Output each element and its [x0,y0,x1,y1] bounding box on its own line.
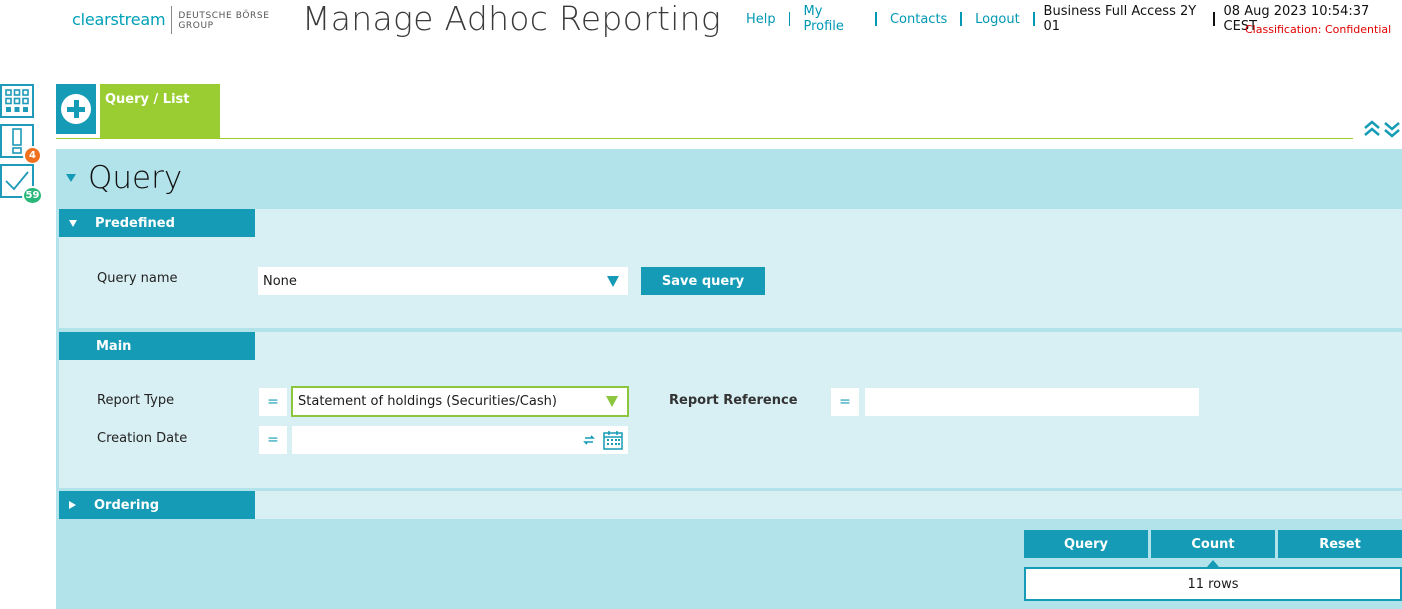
report-type-label: Report Type [97,393,175,408]
tab-underline [56,138,1353,139]
clearstream-logo: clearstream DEUTSCHE BÖRSE GROUP [72,6,270,38]
report-reference-operator[interactable]: = [831,388,859,416]
count-pointer [1207,560,1219,567]
logo-group: DEUTSCHE BÖRSE GROUP [178,11,270,31]
account-name: Business Full Access 2Y 01 [1043,4,1197,34]
report-reference-label: Report Reference [669,393,798,408]
tab-query-list[interactable]: Query / List [100,84,220,139]
sidebar-item-alerts[interactable]: 4 [0,124,42,165]
logo-brand: clearstream [72,10,166,29]
predefined-title: Predefined [95,215,175,231]
query-section-header[interactable]: Query [66,160,182,196]
calendar-icon[interactable] [603,430,623,450]
count-result: 11 rows [1024,567,1402,601]
my-profile-link[interactable]: My Profile [790,4,875,34]
report-type-select[interactable]: Statement of holdings (Securities/Cash) [291,386,629,417]
dropdown-arrow-icon [607,275,619,287]
collapse-triangle-icon [66,174,76,182]
main-section-header[interactable]: Main [59,332,255,360]
add-tab-button[interactable] [56,84,96,134]
collapse-expand-icon[interactable] [1362,118,1402,142]
query-name-label: Query name [97,271,178,286]
query-button[interactable]: Query [1024,530,1148,558]
dropdown-arrow-icon [606,396,618,407]
reset-button[interactable]: Reset [1278,530,1402,558]
classification-label: Classification: Confidential [1245,23,1392,36]
query-name-value: None [263,273,297,289]
creation-date-operator[interactable]: = [259,426,287,454]
contacts-link[interactable]: Contacts [877,12,960,27]
page-title: Manage Adhoc Reporting [302,0,721,38]
report-type-operator[interactable]: = [259,388,287,416]
creation-date-input[interactable] [292,426,628,454]
alerts-count-badge: 4 [23,146,42,165]
ordering-section [59,491,1402,519]
sidebar-item-tasks[interactable]: 59 [0,164,43,205]
report-type-value: Statement of holdings (Securities/Cash) [298,394,557,409]
help-link[interactable]: Help [746,12,789,27]
grid-icon [5,89,29,112]
ordering-section-header[interactable]: Ordering [59,491,255,519]
sidebar-item-dashboard[interactable] [0,84,34,118]
predefined-section-header[interactable]: Predefined [59,209,255,237]
query-heading: Query [88,160,183,196]
swap-icon[interactable] [583,434,595,446]
main-title: Main [96,338,132,354]
creation-date-label: Creation Date [97,431,188,446]
logout-link[interactable]: Logout [962,12,1033,27]
ordering-title: Ordering [94,497,160,513]
report-reference-input[interactable] [865,388,1199,416]
save-query-button[interactable]: Save query [641,267,765,295]
tasks-count-badge: 59 [22,186,43,205]
plus-icon [61,94,91,124]
collapse-triangle-icon [69,219,77,227]
count-button[interactable]: Count [1151,530,1275,558]
expand-triangle-icon [69,501,76,509]
query-name-select[interactable]: None [258,267,628,295]
